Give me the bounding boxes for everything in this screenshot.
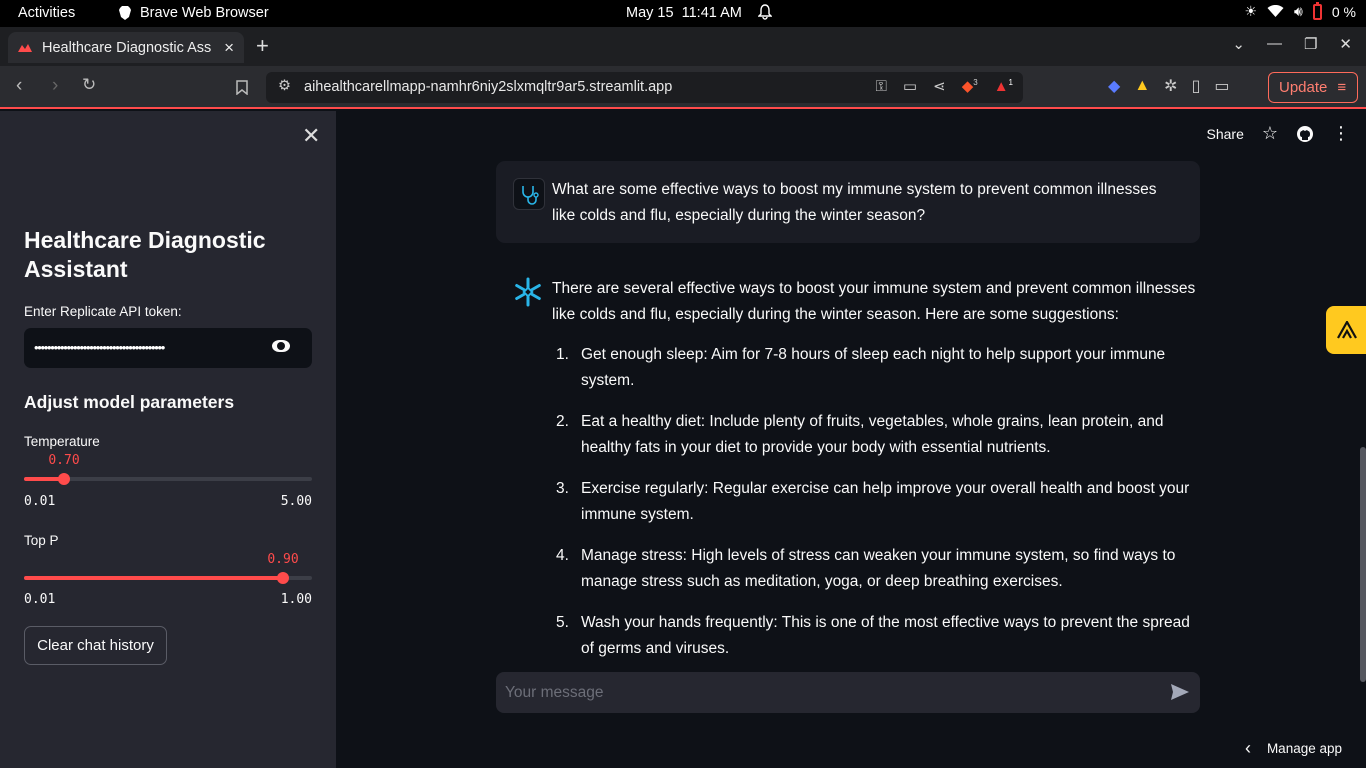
temperature-range: 0.01 5.00 xyxy=(24,494,312,509)
menu-icon: ≡ xyxy=(1337,79,1347,96)
stethoscope-avatar-icon xyxy=(513,178,545,210)
star-icon[interactable]: ☆ xyxy=(1262,123,1278,144)
snowflake-avatar-icon xyxy=(515,277,541,307)
streamlit-favicon-icon xyxy=(18,43,32,52)
system-tray[interactable]: ☀ 🔊︎ 0 % xyxy=(1244,1,1356,20)
site-settings-icon[interactable]: ⚙ xyxy=(278,78,291,94)
list-item: 1. Get enough sleep: Aim for 7-8 hours of… xyxy=(556,346,1166,389)
extensions-puzzle-icon[interactable]: ✲ xyxy=(1164,76,1177,96)
top-p-range: 0.01 1.00 xyxy=(24,592,312,607)
new-tab-icon[interactable]: + xyxy=(256,33,269,59)
list-item: 3. Exercise regularly: Regular exercise c… xyxy=(556,480,1190,523)
slider-max: 5.00 xyxy=(280,494,312,509)
battery-icon xyxy=(1312,1,1322,20)
clock[interactable]: May 15 11:41 AM xyxy=(626,5,742,21)
cast-icon[interactable]: ▭ xyxy=(903,77,917,95)
extension-icon[interactable]: ◆ xyxy=(1108,76,1120,96)
slider-min: 0.01 xyxy=(24,494,56,509)
show-password-icon[interactable] xyxy=(272,340,290,352)
params-heading: Adjust model parameters xyxy=(24,392,235,412)
minimize-icon[interactable]: — xyxy=(1267,35,1282,53)
share-button[interactable]: Share xyxy=(1207,126,1244,142)
slider-thumb[interactable] xyxy=(277,572,289,584)
update-label: Update xyxy=(1279,79,1328,96)
sidebar-toggle-icon[interactable]: ▯ xyxy=(1192,76,1201,96)
user-message-text: What are some effective ways to boost my… xyxy=(552,181,1157,224)
assistant-chat-message: There are several effective ways to boos… xyxy=(496,271,1200,657)
url-text[interactable]: aihealthcarellmapp-namhr6niy2slxmqltr9ar… xyxy=(304,79,672,95)
address-bar-actions: ⚿ ▭ ⋖ ◆3 ▲1 xyxy=(876,77,1014,96)
wifi-icon xyxy=(1267,5,1284,17)
user-chat-message: What are some effective ways to boost my… xyxy=(496,161,1200,243)
main-content: Share ☆ ⋮ What are some effective ways t… xyxy=(336,111,1366,768)
slider-value: 0.90 xyxy=(267,552,299,567)
maximize-icon[interactable]: ❐ xyxy=(1304,35,1317,53)
close-sidebar-icon[interactable]: ✕ xyxy=(302,123,320,149)
scrollbar[interactable] xyxy=(1360,447,1366,682)
brave-lion-icon xyxy=(119,6,131,20)
token-label: Enter Replicate API token: xyxy=(24,304,182,319)
brightness-icon: ☀ xyxy=(1244,3,1258,19)
chat-input-container xyxy=(496,672,1200,713)
browser-toolbar: ‹ › ↻ ⚙ aihealthcarellmapp-namhr6niy2slx… xyxy=(0,66,1366,109)
browser-tab[interactable]: Healthcare Diagnostic Assistant × xyxy=(8,32,244,63)
slider-max: 1.00 xyxy=(280,592,312,607)
list-item: 4. Manage stress: High levels of stress c… xyxy=(556,547,1176,590)
browser-tab-strip: Healthcare Diagnostic Assistant × + ⌄ — … xyxy=(0,27,1366,66)
notification-bell-icon xyxy=(757,4,773,24)
slider-thumb[interactable] xyxy=(58,473,70,485)
date: May 15 xyxy=(626,5,674,21)
wallet-icon[interactable]: ▭ xyxy=(1214,76,1229,96)
back-icon[interactable]: ‹ xyxy=(16,75,22,97)
clear-chat-button[interactable]: Clear chat history xyxy=(24,626,167,665)
update-button[interactable]: Update ≡ xyxy=(1268,72,1358,103)
floating-extension-badge[interactable] xyxy=(1326,306,1366,354)
brave-shields-icon[interactable]: ◆3 xyxy=(962,77,978,95)
slider-value: 0.70 xyxy=(48,453,80,468)
tab-search-chevron-icon[interactable]: ⌄ xyxy=(1232,35,1245,53)
token-masked-value: •••••••••••••••••••••••••••••••••••••••• xyxy=(34,340,165,355)
app-header-actions: Share ☆ ⋮ xyxy=(1207,123,1351,144)
system-top-bar: Activities Brave Web Browser May 15 11:4… xyxy=(0,0,1366,27)
sidebar-title: Healthcare Diagnostic Assistant xyxy=(24,227,266,282)
focused-app-indicator[interactable]: Brave Web Browser xyxy=(118,5,269,21)
send-icon[interactable] xyxy=(1170,683,1190,701)
slider-min: 0.01 xyxy=(24,592,56,607)
forward-icon[interactable]: › xyxy=(52,75,58,97)
time: 11:41 AM xyxy=(681,5,742,21)
close-window-icon[interactable]: ✕ xyxy=(1339,35,1352,53)
list-item: 5. Wash your hands frequently: This is on… xyxy=(556,614,1190,657)
slider-fill xyxy=(24,576,283,580)
sidebar: ✕ Healthcare Diagnostic Assistant Enter … xyxy=(0,111,336,768)
app-name: Brave Web Browser xyxy=(140,5,269,21)
window-controls: ⌄ — ❐ ✕ xyxy=(1232,35,1352,53)
api-token-input[interactable]: •••••••••••••••••••••••••••••••••••••••• xyxy=(24,328,312,368)
address-bar[interactable]: ⚙ aihealthcarellmapp-namhr6niy2slxmqltr9… xyxy=(266,72,1023,103)
suggestions-list: 1. Get enough sleep: Aim for 7-8 hours of… xyxy=(552,342,1202,677)
battery-level: 0 % xyxy=(1331,3,1356,20)
temperature-label: Temperature xyxy=(24,434,100,449)
activities-button[interactable]: Activities xyxy=(18,5,75,21)
bookmark-icon[interactable] xyxy=(236,80,248,95)
mountain-logo-icon xyxy=(1337,321,1357,339)
key-icon[interactable]: ⚿ xyxy=(876,78,887,95)
extensions-bar: ◆ ▲ ✲ ▯ ▭ xyxy=(1108,76,1230,96)
chevron-left-icon: ‹ xyxy=(1244,738,1251,758)
manage-app-button[interactable]: ‹ Manage app xyxy=(1245,738,1342,759)
tab-title: Healthcare Diagnostic Assistant xyxy=(42,39,212,56)
github-icon[interactable] xyxy=(1296,125,1314,143)
chat-message-input[interactable] xyxy=(496,672,1156,713)
top-p-label: Top P xyxy=(24,533,59,548)
share-icon[interactable]: ⋖ xyxy=(933,77,946,95)
tab-close-icon[interactable]: × xyxy=(224,38,234,58)
assistant-intro-text: There are several effective ways to boos… xyxy=(552,280,1196,323)
brave-rewards-icon[interactable]: ▲1 xyxy=(994,78,1013,95)
reload-icon[interactable]: ↻ xyxy=(82,75,96,95)
list-item: 2. Eat a healthy diet: Include plenty of … xyxy=(556,413,1164,456)
main-menu-icon[interactable]: ⋮ xyxy=(1332,123,1350,144)
extension-yellow-icon[interactable]: ▲ xyxy=(1134,77,1150,95)
manage-app-label: Manage app xyxy=(1266,741,1342,756)
volume-icon: 🔊︎ xyxy=(1294,3,1303,19)
